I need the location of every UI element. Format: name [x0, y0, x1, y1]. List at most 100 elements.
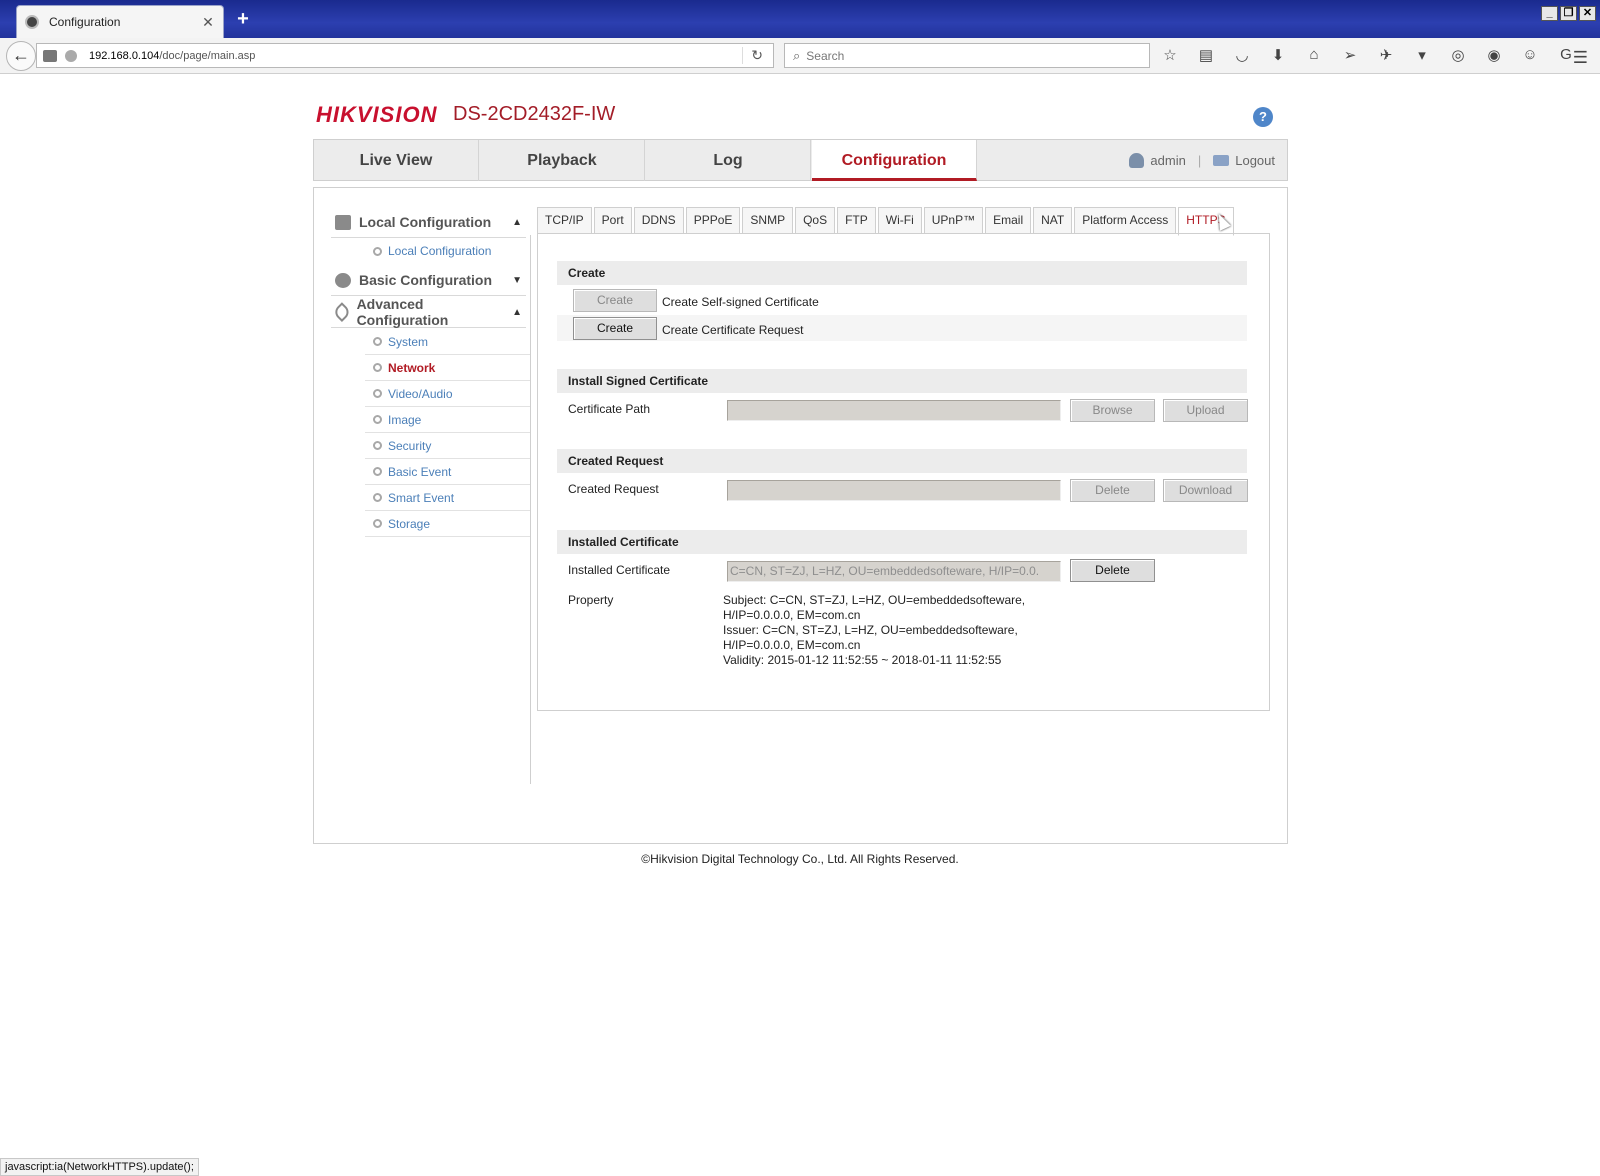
close-window-icon[interactable]: ✕: [1579, 6, 1596, 21]
nav-live-view[interactable]: Live View: [314, 140, 479, 181]
gear-icon: [335, 272, 351, 288]
wrench-icon: [332, 302, 352, 322]
tab-pppoe[interactable]: PPPoE: [685, 207, 741, 234]
nav-playback[interactable]: Playback: [480, 140, 645, 181]
window-controls: _ ❐ ✕: [1541, 6, 1596, 21]
tab-ftp[interactable]: FTP: [837, 207, 876, 234]
tab-email[interactable]: Email: [985, 207, 1032, 234]
sidebar-group-basic[interactable]: Basic Configuration ▼: [331, 265, 526, 296]
history-icon[interactable]: ◉: [1484, 46, 1504, 64]
sidebar-item-label: Network: [388, 360, 436, 375]
restore-icon[interactable]: ❐: [1560, 6, 1577, 21]
identity-icon[interactable]: [65, 49, 77, 62]
browser-tab[interactable]: Configuration ✕: [16, 5, 224, 38]
property-line: Validity: 2015-01-12 11:52:55 ~ 2018-01-…: [723, 653, 1002, 667]
bookmark-star-icon[interactable]: ☆: [1160, 46, 1180, 64]
back-icon[interactable]: ←: [6, 41, 36, 71]
tab-snmp[interactable]: SNMP: [742, 207, 794, 234]
close-tab-icon[interactable]: ✕: [201, 14, 215, 31]
page-info-icon[interactable]: [43, 49, 57, 62]
sidebar-item-label: Local Configuration: [388, 244, 492, 258]
bullet-icon: [373, 467, 382, 476]
nav-configuration[interactable]: Configuration: [812, 140, 977, 181]
tab-title: Configuration: [49, 15, 121, 29]
sidebar-group-label: Local Configuration: [359, 214, 492, 230]
sidebar-item-system[interactable]: System: [365, 329, 530, 355]
sidebar-item-label: Storage: [388, 516, 431, 531]
url-host: 192.168.0.104: [89, 49, 160, 62]
logout-link[interactable]: Logout: [1235, 140, 1275, 181]
section-install-signed-header: Install Signed Certificate: [557, 369, 1247, 393]
tab-port[interactable]: Port: [593, 207, 632, 234]
user-box: admin | Logout: [1129, 140, 1275, 181]
pocket-icon[interactable]: ◡: [1232, 46, 1252, 64]
tab-tcpip[interactable]: TCP/IP: [537, 207, 592, 234]
sidebar-item-label: Image: [388, 412, 422, 427]
created-request-field[interactable]: [727, 480, 1061, 501]
property-line: H/IP=0.0.0.0, EM=com.cn: [723, 638, 861, 652]
address-bar[interactable]: 192.168.0.104 /doc/page/main.asp ↻: [36, 43, 774, 68]
bullet-icon: [373, 363, 382, 372]
tab-nat[interactable]: NAT: [1033, 207, 1073, 234]
tab-wifi[interactable]: Wi-Fi: [877, 207, 922, 234]
download-icon[interactable]: ⬇: [1268, 46, 1288, 64]
sidebar-item-video-audio[interactable]: Video/Audio: [365, 381, 530, 407]
extension-icon[interactable]: ✈: [1376, 46, 1396, 64]
sidebar-item-smart-event[interactable]: Smart Event: [365, 485, 530, 511]
sidebar-item-network[interactable]: Network: [365, 355, 530, 381]
tab-upnp[interactable]: UPnP™: [923, 207, 984, 234]
new-tab-icon[interactable]: +: [233, 8, 253, 31]
sidebar-item-image[interactable]: Image: [365, 407, 530, 433]
reading-list-icon[interactable]: ▤: [1196, 46, 1216, 64]
chat-icon[interactable]: ☺: [1520, 46, 1540, 64]
bullet-icon: [373, 415, 382, 424]
property-line: Issuer: C=CN, ST=ZJ, L=HZ, OU=embeddedso…: [723, 623, 1018, 637]
dropdown-icon[interactable]: ▾: [1412, 46, 1432, 64]
installed-certificate-field: C=CN, ST=ZJ, L=HZ, OU=embeddedsofteware,…: [727, 561, 1061, 582]
browse-button[interactable]: Browse: [1070, 399, 1155, 422]
sidebar-item-basic-event[interactable]: Basic Event: [365, 459, 530, 485]
hikvision-logo: HIKVISION: [316, 102, 438, 127]
monitor-icon: [335, 214, 351, 230]
reload-icon[interactable]: ↻: [742, 47, 763, 64]
tab-ddns[interactable]: DDNS: [633, 207, 684, 234]
certificate-properties: Subject: C=CN, ST=ZJ, L=HZ, OU=embeddeds…: [723, 593, 1025, 668]
chevron-up-icon: ▲: [512, 306, 522, 318]
property-line: Subject: C=CN, ST=ZJ, L=HZ, OU=embeddeds…: [723, 593, 1026, 607]
minimize-icon[interactable]: _: [1541, 6, 1558, 21]
create-self-signed-button[interactable]: Create: [573, 289, 657, 312]
sync-icon[interactable]: ◎: [1448, 46, 1468, 64]
sidebar-item-local-configuration[interactable]: Local Configuration: [365, 238, 530, 264]
chevron-up-icon: ▲: [512, 216, 522, 228]
sidebar-group-local[interactable]: Local Configuration ▲: [331, 207, 526, 238]
certificate-path-field[interactable]: [727, 400, 1061, 421]
delete-request-button[interactable]: Delete: [1070, 479, 1155, 502]
section-create-header: Create: [557, 261, 1247, 285]
create-request-label: Create Certificate Request: [662, 323, 804, 337]
sidebar-group-advanced[interactable]: Advanced Configuration ▲: [331, 296, 526, 328]
property-line: H/IP=0.0.0.0, EM=com.cn: [723, 608, 861, 622]
sidebar-item-security[interactable]: Security: [365, 433, 530, 459]
sidebar-item-label: System: [388, 334, 429, 349]
sidebar-item-storage[interactable]: Storage: [365, 511, 530, 537]
created-request-label: Created Request: [568, 482, 659, 496]
bullet-icon: [373, 337, 382, 346]
tab-platform-access[interactable]: Platform Access: [1074, 207, 1177, 234]
download-request-button[interactable]: Download: [1163, 479, 1248, 502]
property-label: Property: [568, 593, 614, 607]
nav-log[interactable]: Log: [646, 140, 811, 181]
camera-config-page: HIKVISION DS-2CD2432F-IW ? Live View Pla…: [0, 75, 1600, 1155]
menu-icon[interactable]: ☰: [1573, 48, 1588, 68]
logout-icon[interactable]: [1213, 155, 1230, 166]
search-input[interactable]: ⌕ Search: [784, 43, 1150, 68]
network-subtabs: TCP/IP Port DDNS PPPoE SNMP QoS FTP Wi-F…: [537, 207, 1236, 236]
delete-certificate-button[interactable]: Delete: [1070, 559, 1155, 582]
send-icon[interactable]: ➢: [1340, 46, 1360, 64]
upload-button[interactable]: Upload: [1163, 399, 1248, 422]
create-request-button[interactable]: Create: [573, 317, 657, 340]
sidebar-group-label: Advanced Configuration: [356, 296, 449, 328]
home-icon[interactable]: ⌂: [1304, 46, 1324, 64]
main-nav: Live View Playback Log Configuration adm…: [313, 139, 1288, 181]
help-icon[interactable]: ?: [1253, 107, 1273, 127]
tab-qos[interactable]: QoS: [795, 207, 836, 234]
